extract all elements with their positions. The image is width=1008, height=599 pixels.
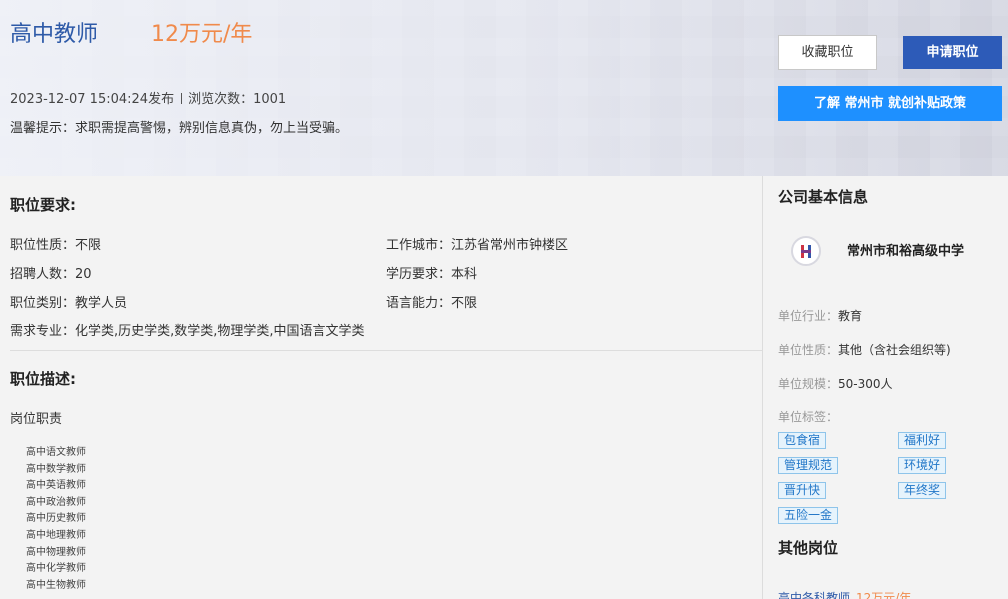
company-logo-icon[interactable] — [791, 236, 821, 266]
description-title: 职位描述: — [10, 370, 76, 388]
views-label: 浏览次数： — [188, 92, 254, 107]
company-tag: 晋升快 — [778, 482, 827, 499]
requirements-title: 职位要求: — [10, 196, 76, 214]
language-field: 语言能力：不限 — [386, 292, 477, 311]
duty-item: 高中数学教师 — [26, 463, 86, 475]
hire-count-label: 招聘人数： — [10, 267, 76, 282]
company-tag: 福利好 — [898, 432, 947, 449]
scale-label: 单位规模： — [778, 377, 839, 391]
work-city-field: 工作城市：江苏省常州市钟楼区 — [386, 234, 568, 253]
major-field: 需求专业：化学类,历史学类,数学类,物理学类,中国语言文学类 — [10, 320, 365, 339]
apply-job-button[interactable]: 申请职位 — [903, 36, 1002, 69]
views-count: 1001 — [253, 92, 287, 107]
company-tag: 年终奖 — [898, 482, 947, 499]
duty-item: 高中英语教师 — [26, 480, 86, 492]
duty-item: 高中物理教师 — [26, 546, 86, 558]
major-label: 需求专业： — [10, 324, 76, 339]
other-job-title: 高中各科教师 — [778, 591, 851, 599]
job-title: 高中教师 — [10, 22, 99, 47]
hire-count-field: 招聘人数：20 — [10, 263, 92, 282]
company-industry: 单位行业：教育 — [778, 307, 862, 324]
company-tag: 五险一金 — [778, 507, 839, 524]
policy-prefix: 了解 — [813, 96, 845, 111]
job-category-field: 职位类别：教学人员 — [10, 292, 127, 311]
policy-suffix: 就创补贴政策 — [883, 96, 967, 111]
company-panel: 公司基本信息 常州市和裕高级中学 单位行业：教育 单位性质：其他（含社会组织等)… — [763, 176, 1008, 599]
duty-item: 高中政治教师 — [26, 496, 86, 508]
education-value: 本科 — [451, 267, 478, 282]
logo-stroke — [801, 250, 811, 253]
duty-item: 高中历史教师 — [26, 513, 86, 525]
company-tag: 管理规范 — [778, 457, 839, 474]
duty-list: 高中语文教师 高中数学教师 高中英语教师 高中政治教师 高中历史教师 高中地理教… — [26, 445, 86, 594]
language-label: 语言能力： — [386, 296, 452, 311]
job-category-label: 职位类别： — [10, 296, 76, 311]
work-city-value: 江苏省常州市钟楼区 — [451, 238, 569, 253]
hire-count-value: 20 — [75, 267, 92, 282]
job-category-value: 教学人员 — [75, 296, 128, 311]
job-salary: 12万元/年 — [151, 22, 253, 47]
job-header: 高中教师 12万元/年 2023-12-07 15:04:24发布 浏览次数：10… — [0, 0, 1008, 176]
scale-value: 50-300人 — [838, 377, 893, 391]
job-nature-value: 不限 — [75, 238, 102, 253]
duty-item: 高中语文教师 — [26, 447, 86, 458]
duty-item: 高中生物教师 — [26, 579, 86, 591]
company-nature-value: 其他（含社会组织等) — [838, 343, 951, 357]
meta-separator — [181, 93, 183, 104]
company-tag: 环境好 — [898, 457, 947, 474]
language-value: 不限 — [451, 296, 478, 311]
other-job-link[interactable]: 高中各科教师 12万元/年 — [778, 589, 911, 599]
favorite-job-button[interactable]: 收藏职位 — [778, 35, 877, 70]
duty-item: 高中地理教师 — [26, 529, 86, 541]
duty-item: 高中化学教师 — [26, 563, 86, 575]
other-jobs-title: 其他岗位 — [778, 539, 839, 557]
company-nature: 单位性质：其他（含社会组织等) — [778, 341, 951, 358]
company-tag: 包食宿 — [778, 432, 827, 449]
education-field: 学历要求：本科 — [386, 263, 477, 282]
job-meta: 2023-12-07 15:04:24发布 浏览次数：1001 — [10, 88, 286, 107]
company-nature-label: 单位性质： — [778, 343, 839, 357]
duty-title: 岗位职责 — [10, 412, 63, 427]
industry-value: 教育 — [838, 309, 863, 323]
education-label: 学历要求： — [386, 267, 452, 282]
job-main: 职位要求: 职位性质：不限 工作城市：江苏省常州市钟楼区 招聘人数：20 学历要… — [0, 176, 762, 599]
company-info-title: 公司基本信息 — [778, 188, 869, 206]
company-tags-label: 单位标签： — [778, 410, 839, 424]
major-value: 化学类,历史学类,数学类,物理学类,中国语言文学类 — [75, 324, 365, 339]
company-name[interactable]: 常州市和裕高级中学 — [847, 240, 964, 259]
subsidy-policy-button[interactable]: 了解 常州市 就创补贴政策 — [778, 86, 1002, 121]
policy-city: 常州市 — [844, 96, 884, 111]
job-nature-field: 职位性质：不限 — [10, 234, 101, 253]
safety-tip: 温馨提示：求职需提高警惕，辨别信息真伪，勿上当受骗。 — [10, 121, 349, 136]
job-nature-label: 职位性质： — [10, 238, 76, 253]
other-job-salary: 12万元/年 — [856, 591, 912, 599]
work-city-label: 工作城市： — [386, 238, 452, 253]
section-divider — [10, 350, 762, 351]
industry-label: 单位行业： — [778, 309, 839, 323]
company-scale: 单位规模：50-300人 — [778, 375, 893, 392]
publish-time: 2023-12-07 15:04:24发布 — [10, 92, 175, 107]
